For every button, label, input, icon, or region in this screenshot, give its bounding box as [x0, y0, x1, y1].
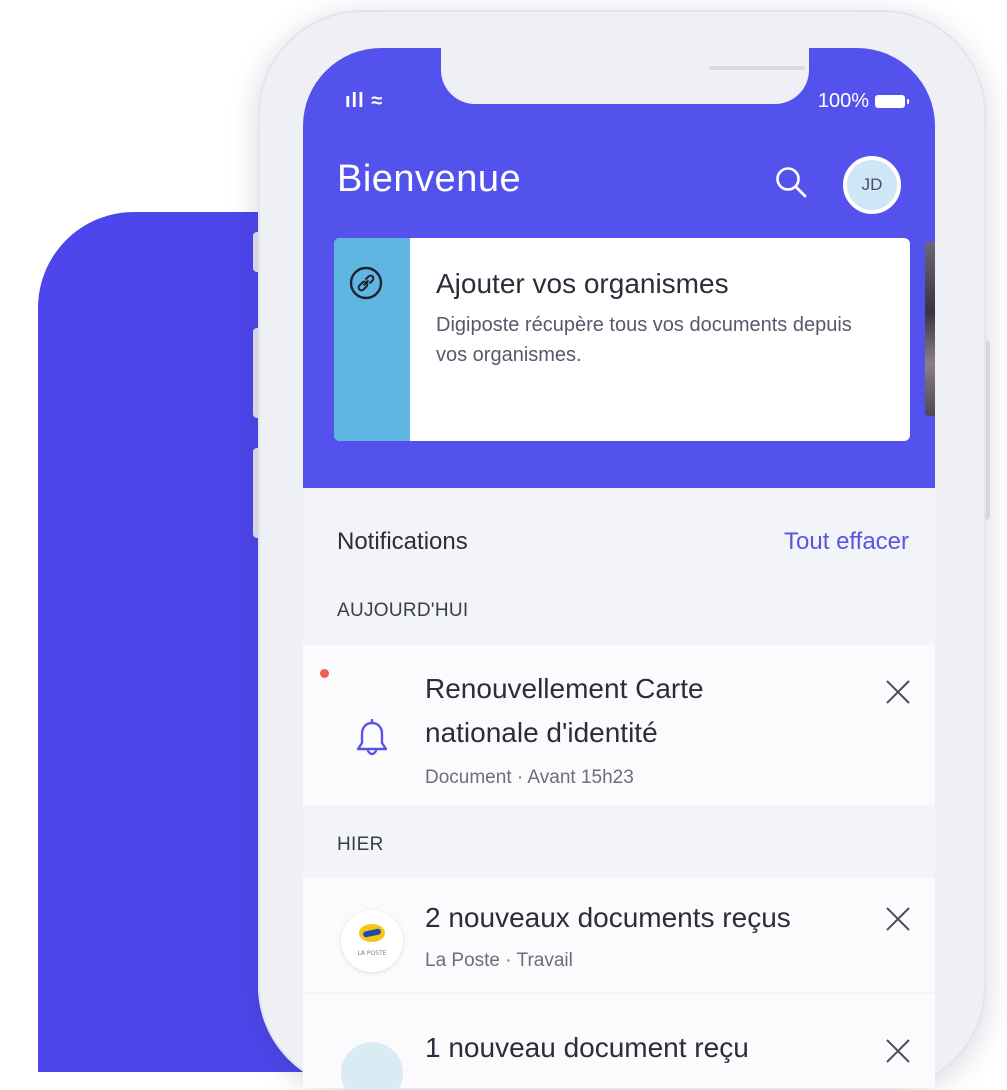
- notifications-heading: Notifications: [337, 528, 468, 555]
- card-description: Digiposte récupère tous vos documents de…: [436, 314, 852, 366]
- unread-dot: [320, 669, 329, 678]
- close-icon[interactable]: [885, 906, 911, 932]
- card-title: Ajouter vos organismes: [436, 268, 729, 299]
- notification-title-line2: nationale d'identité: [425, 717, 658, 748]
- signal-wifi-status: ıll ≈: [345, 90, 384, 112]
- la-poste-logo: LA POSTE: [341, 910, 403, 972]
- notification-title: 1 nouveau document reçu: [425, 1032, 749, 1063]
- page-title: Bienvenue: [337, 158, 522, 200]
- add-organisms-card[interactable]: Ajouter vos organismes Digiposte récupèr…: [334, 238, 910, 441]
- notification-item-id-renewal[interactable]: Renouvellement Carte nationale d'identit…: [303, 645, 935, 805]
- notification-title: 2 nouveaux documents reçus: [425, 902, 791, 933]
- phone-notch: [441, 48, 809, 104]
- notification-item-new-document[interactable]: 1 nouveau document reçu: [303, 994, 935, 1088]
- clear-all-link[interactable]: Tout effacer: [784, 528, 909, 556]
- phone-screen: ıll ≈ 100% Bienvenue JD Ajouter vos orga…: [303, 48, 935, 1088]
- app-header: ıll ≈ 100% Bienvenue JD Ajouter vos orga…: [303, 48, 935, 488]
- close-icon[interactable]: [885, 1038, 911, 1064]
- bell-icon: [356, 719, 388, 756]
- notification-meta: Document · Avant 15h23: [425, 767, 634, 788]
- link-icon: [349, 266, 383, 300]
- battery-status: 100%: [817, 90, 909, 113]
- notification-item-la-poste[interactable]: LA POSTE 2 nouveaux documents reçus La P…: [303, 878, 935, 992]
- card-body: Ajouter vos organismes Digiposte récupèr…: [410, 238, 880, 441]
- notification-meta: La Poste · Travail: [425, 950, 573, 971]
- next-card-peek[interactable]: [925, 242, 935, 416]
- avatar[interactable]: JD: [843, 156, 901, 214]
- close-icon[interactable]: [885, 679, 911, 705]
- search-icon[interactable]: [773, 164, 809, 200]
- organism-logo: [341, 1042, 403, 1088]
- section-label-today: AUJOURD'HUI: [337, 600, 469, 621]
- section-label-yesterday: HIER: [337, 834, 384, 855]
- speaker-grille: [709, 66, 805, 70]
- card-accent-stripe: [334, 238, 410, 441]
- battery-icon: [875, 95, 909, 108]
- logo-text: LA POSTE: [357, 950, 387, 957]
- notification-title: Renouvellement Carte: [425, 673, 704, 704]
- battery-percent: 100%: [817, 90, 869, 112]
